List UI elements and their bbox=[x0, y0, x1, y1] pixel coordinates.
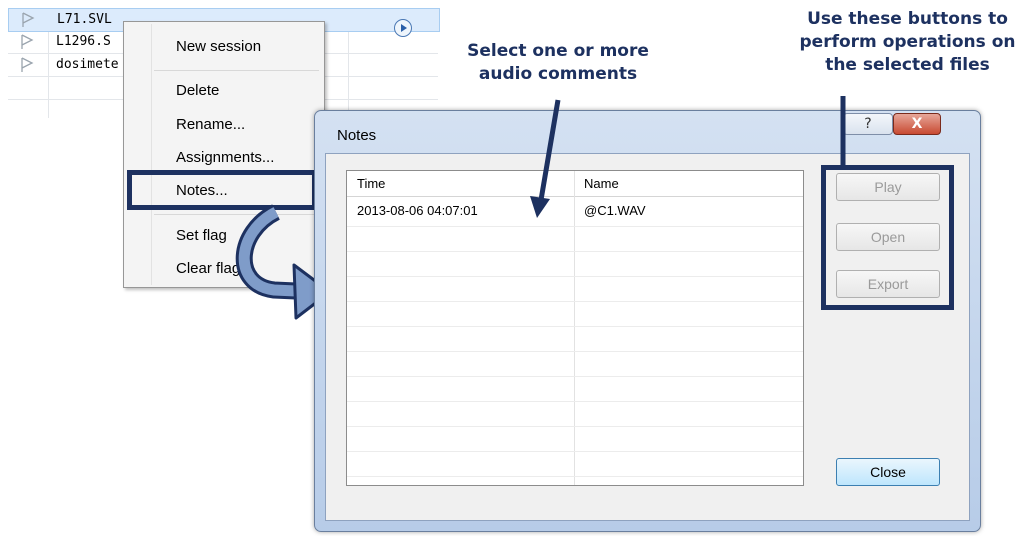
down-arrow-icon bbox=[530, 99, 561, 218]
annotation-arrows bbox=[530, 96, 846, 218]
